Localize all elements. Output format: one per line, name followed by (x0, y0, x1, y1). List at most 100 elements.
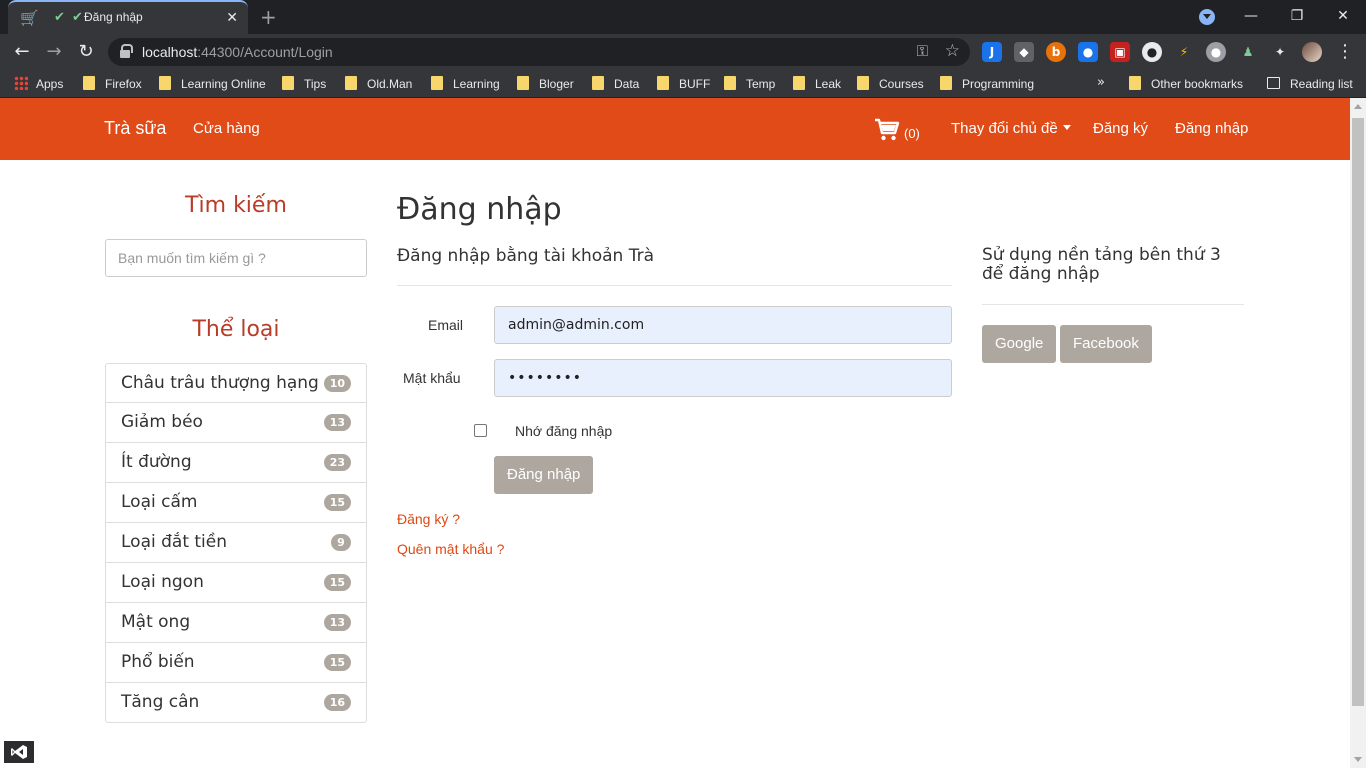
bookmark-folder[interactable]: Old.Man (345, 75, 412, 93)
page-viewport: Trà sữa Cửa hàng (0) Thay đổi chủ đề Đăn… (0, 98, 1350, 768)
tab-close-icon[interactable]: ✕ (226, 8, 238, 28)
bookmark-folder[interactable]: Learning Online (159, 75, 266, 93)
category-item[interactable]: Tăng cân 16 (105, 683, 367, 723)
window-close-icon[interactable]: ✕ (1320, 4, 1366, 28)
category-label: Loại cấm (121, 492, 198, 512)
folder-icon (657, 76, 669, 90)
address-url: localhost:44300/Account/Login (142, 44, 333, 60)
folder-icon (431, 76, 443, 90)
bookmark-folder[interactable]: BUFF (657, 75, 710, 93)
category-item[interactable]: Loại đắt tiền 9 (105, 523, 367, 563)
email-field[interactable] (494, 306, 952, 344)
search-input[interactable] (105, 239, 367, 277)
nav-login-link[interactable]: Đăng nhập (1175, 120, 1248, 137)
cart-icon[interactable] (874, 116, 900, 142)
login-submit-button[interactable]: Đăng nhập (494, 456, 594, 494)
reload-icon[interactable]: ↻ (72, 38, 100, 66)
category-item[interactable]: Loại ngon 15 (105, 563, 367, 603)
bookmark-folder[interactable]: Leak (793, 75, 841, 93)
password-key-icon[interactable]: ⚿ (917, 42, 928, 60)
minimize-icon[interactable]: — (1228, 4, 1274, 28)
category-label: Phổ biến (121, 652, 195, 672)
remember-me-label: Nhớ đăng nhập (515, 423, 613, 439)
category-count-badge: 23 (323, 454, 351, 471)
category-count-badge: 9 (331, 534, 351, 551)
page-title: Đăng nhập (397, 192, 562, 227)
divider (982, 304, 1244, 305)
extensions-puzzle-icon[interactable]: ✦ (1270, 42, 1290, 62)
other-bookmarks[interactable]: Other bookmarks (1129, 75, 1243, 93)
apps-grid-icon (14, 76, 28, 90)
browser-tab[interactable]: 🛒 ✔ ✔ Đăng nhập ✕ (8, 0, 248, 34)
search-heading: Tìm kiếm (185, 193, 287, 218)
browser-toolbar: ← → ↻ localhost:44300/Account/Login ⚿ ☆ … (0, 34, 1366, 70)
folder-icon (592, 76, 604, 90)
page-scrollbar[interactable] (1350, 98, 1366, 768)
category-item[interactable]: Giảm béo 13 (105, 403, 367, 443)
bookmarks-overflow[interactable]: » (1097, 75, 1105, 90)
extension-figure-icon[interactable]: ♟ (1238, 42, 1258, 62)
cart-count[interactable]: (0) (904, 126, 920, 141)
theme-dropdown[interactable]: Thay đổi chủ đề (951, 120, 1071, 137)
brand-link[interactable]: Trà sữa (104, 118, 166, 139)
forward-icon[interactable]: → (40, 38, 68, 66)
extension-j-icon[interactable]: J (982, 42, 1002, 62)
bookmark-folder[interactable]: Temp (724, 75, 775, 93)
browser-menu-icon[interactable]: ⋮ (1336, 40, 1354, 64)
nav-register-link[interactable]: Đăng ký (1093, 120, 1148, 137)
folder-icon (857, 76, 869, 90)
register-link[interactable]: Đăng ký ? (397, 511, 460, 527)
address-bar[interactable]: localhost:44300/Account/Login ⚿ ☆ (108, 38, 970, 66)
reading-list[interactable]: Reading list (1267, 75, 1353, 93)
tab-search-icon[interactable] (1199, 9, 1215, 25)
extension-orange-icon[interactable]: b (1046, 42, 1066, 62)
category-list: Châu trâu thượng hạng 10 Giảm béo 13 Ít đư… (105, 363, 367, 723)
nav-shop-link[interactable]: Cửa hàng (193, 120, 260, 137)
category-item[interactable]: Loại cấm 15 (105, 483, 367, 523)
extension-cookie-icon[interactable]: ● (1206, 42, 1226, 62)
bookmark-apps[interactable]: Apps (14, 75, 63, 93)
folder-icon (159, 76, 171, 90)
scroll-thumb[interactable] (1352, 118, 1364, 706)
google-login-button[interactable]: Google (982, 325, 1057, 363)
lock-icon (120, 44, 133, 58)
category-label: Châu trâu thượng hạng (121, 373, 319, 393)
extension-tv-icon[interactable]: ▣ (1110, 42, 1130, 62)
category-count-badge: 15 (323, 494, 351, 511)
bookmarks-bar: Apps Firefox Learning Online Tips Old.Ma… (0, 70, 1366, 98)
forgot-password-link[interactable]: Quên mật khẩu ? (397, 541, 504, 557)
bookmark-folder[interactable]: Learning (431, 75, 500, 93)
bookmark-folder[interactable]: Bloger (517, 75, 574, 93)
restore-icon[interactable]: ❐ (1274, 4, 1320, 28)
extension-drop-icon[interactable]: ● (1078, 42, 1098, 62)
category-item[interactable]: Ít đường 23 (105, 443, 367, 483)
facebook-login-button[interactable]: Facebook (1060, 325, 1152, 363)
bookmark-folder[interactable]: Courses (857, 75, 924, 93)
remember-me-checkbox[interactable] (474, 424, 487, 437)
extension-bolt-icon[interactable]: ⚡ (1174, 42, 1194, 62)
category-label: Mật ong (121, 612, 191, 632)
bookmark-folder[interactable]: Tips (282, 75, 326, 93)
category-item[interactable]: Mật ong 13 (105, 603, 367, 643)
bookmark-folder[interactable]: Firefox (83, 75, 142, 93)
back-icon[interactable]: ← (8, 38, 36, 66)
new-tab-icon[interactable]: + (260, 4, 277, 30)
bookmark-folder[interactable]: Data (592, 75, 639, 93)
extension-circle-icon[interactable]: ● (1142, 42, 1162, 62)
password-label: Mật khẩu (403, 370, 461, 386)
category-label: Loại đắt tiền (121, 532, 228, 552)
profile-avatar[interactable] (1302, 42, 1322, 62)
category-count-badge: 16 (323, 694, 351, 711)
bookmark-star-icon[interactable]: ☆ (945, 41, 960, 61)
password-field[interactable] (494, 359, 952, 397)
scroll-down-icon[interactable] (1354, 757, 1362, 762)
category-item[interactable]: Châu trâu thượng hạng 10 (105, 363, 367, 403)
scroll-up-icon[interactable] (1354, 104, 1362, 109)
bookmark-folder[interactable]: Programming (940, 75, 1034, 93)
category-item[interactable]: Phổ biến 15 (105, 643, 367, 683)
site-navbar: Trà sữa Cửa hàng (0) Thay đổi chủ đề Đăn… (0, 98, 1350, 160)
folder-icon (517, 76, 529, 90)
visual-studio-icon[interactable] (4, 741, 34, 763)
extension-shield-icon[interactable]: ◆ (1014, 42, 1034, 62)
category-count-badge: 13 (323, 614, 351, 631)
